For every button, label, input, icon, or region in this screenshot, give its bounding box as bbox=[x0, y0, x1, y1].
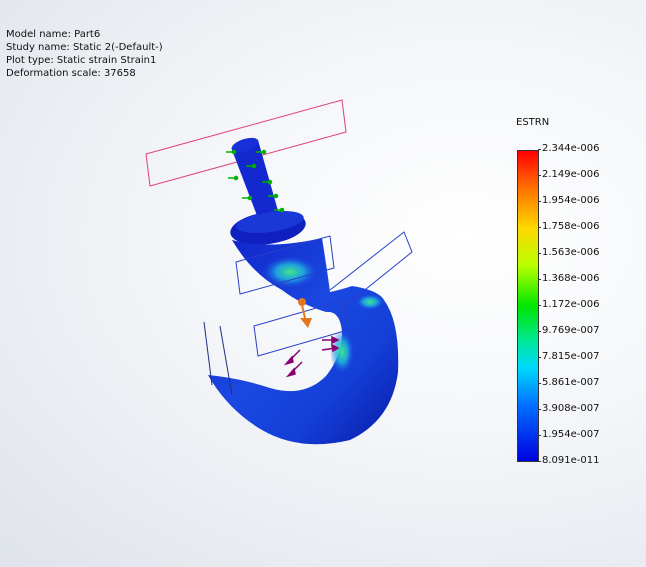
legend-tick: 8.091e-011 bbox=[537, 455, 600, 466]
legend-tick: 7.815e-007 bbox=[537, 351, 600, 362]
legend-tick: 3.908e-007 bbox=[537, 403, 600, 414]
force-arrows[interactable] bbox=[283, 335, 340, 378]
legend-tick: 1.563e-006 bbox=[537, 247, 600, 258]
legend-title: ESTRN bbox=[516, 117, 550, 128]
stress-zone-neck bbox=[262, 256, 318, 288]
stress-zone-top bbox=[356, 294, 384, 310]
legend-tick: 1.368e-006 bbox=[537, 273, 600, 284]
color-scale-bar bbox=[517, 150, 539, 462]
stress-zone-inner bbox=[330, 330, 354, 374]
legend-tick: 5.861e-007 bbox=[537, 377, 600, 388]
legend-tick: 1.954e-007 bbox=[537, 429, 600, 440]
legend-tick: 2.149e-006 bbox=[537, 169, 600, 180]
legend-tick: 2.344e-006 bbox=[537, 143, 600, 154]
legend-tick: 1.758e-006 bbox=[537, 221, 600, 232]
legend-tick: 1.954e-006 bbox=[537, 195, 600, 206]
edge-line-1 bbox=[203, 321, 213, 386]
legend-tick: 9.769e-007 bbox=[537, 325, 600, 336]
legend-tick: 1.172e-006 bbox=[537, 299, 600, 310]
